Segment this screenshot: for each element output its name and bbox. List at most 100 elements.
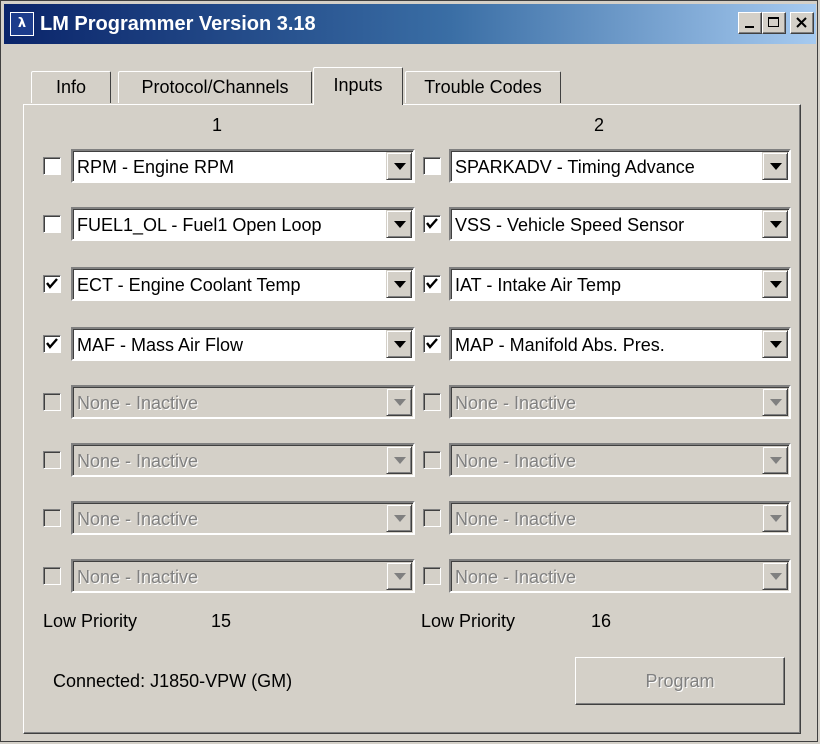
input-checkbox-c1-r6[interactable] — [43, 451, 61, 469]
input-select-value: IAT - Intake Air Temp — [455, 275, 622, 295]
chevron-down-icon — [770, 281, 782, 288]
input-select-value: None - Inactive — [77, 509, 199, 529]
input-select-value: None - Inactive — [455, 509, 577, 529]
dropdown-arrow-button[interactable] — [386, 388, 412, 416]
dropdown-arrow-button[interactable] — [762, 210, 788, 238]
chevron-down-icon — [394, 221, 406, 228]
close-button[interactable] — [790, 12, 814, 34]
checkmark-icon — [426, 278, 438, 289]
checkmark-icon — [46, 278, 58, 289]
chevron-down-icon — [394, 281, 406, 288]
dropdown-arrow-button[interactable] — [386, 446, 412, 474]
column-2-header: 2 — [593, 115, 604, 135]
input-select-c1-r5[interactable]: None - Inactive — [71, 385, 415, 419]
chevron-down-icon — [770, 573, 782, 580]
chevron-down-icon — [770, 163, 782, 170]
app-icon[interactable]: λ — [10, 12, 34, 36]
dropdown-arrow-button[interactable] — [762, 504, 788, 532]
app-window: λ LM Programmer Version 3.18 Info Protoc… — [0, 0, 818, 742]
tab-info[interactable]: Info — [31, 71, 111, 103]
chevron-down-icon — [394, 573, 406, 580]
input-select-c1-r4[interactable]: MAF - Mass Air Flow — [71, 327, 415, 361]
input-select-c2-r1[interactable]: SPARKADV - Timing Advance — [449, 149, 791, 183]
close-icon — [796, 17, 807, 28]
input-checkbox-c1-r3[interactable] — [43, 275, 61, 293]
column-1-priority-label: Low Priority — [43, 611, 138, 631]
input-checkbox-c2-r1[interactable] — [423, 157, 441, 175]
chevron-down-icon — [394, 457, 406, 464]
window-title: LM Programmer Version 3.18 — [40, 13, 316, 35]
input-checkbox-c1-r8[interactable] — [43, 567, 61, 585]
chevron-down-icon — [394, 163, 406, 170]
input-checkbox-c1-r7[interactable] — [43, 509, 61, 527]
input-select-value: FUEL1_OL - Fuel1 Open Loop — [77, 215, 322, 235]
title-bar[interactable]: λ LM Programmer Version 3.18 — [4, 4, 816, 44]
chevron-down-icon — [394, 399, 406, 406]
dropdown-arrow-button[interactable] — [386, 152, 412, 180]
dropdown-arrow-button[interactable] — [762, 446, 788, 474]
chevron-down-icon — [770, 341, 782, 348]
tab-trouble-codes[interactable]: Trouble Codes — [405, 71, 561, 103]
checkmark-icon — [46, 338, 58, 349]
dropdown-arrow-button[interactable] — [762, 388, 788, 416]
input-checkbox-c1-r4[interactable] — [43, 335, 61, 353]
input-checkbox-c1-r2[interactable] — [43, 215, 61, 233]
input-select-c2-r6[interactable]: None - Inactive — [449, 443, 791, 477]
input-checkbox-c2-r2[interactable] — [423, 215, 441, 233]
column-2-priority-label: Low Priority — [421, 611, 516, 631]
input-select-value: MAP - Manifold Abs. Pres. — [455, 335, 665, 355]
dropdown-arrow-button[interactable] — [386, 562, 412, 590]
input-select-value: None - Inactive — [77, 451, 199, 471]
input-checkbox-c2-r6[interactable] — [423, 451, 441, 469]
input-select-value: None - Inactive — [77, 567, 199, 587]
input-checkbox-c2-r4[interactable] — [423, 335, 441, 353]
input-select-value: MAF - Mass Air Flow — [77, 335, 244, 355]
input-select-c2-r2[interactable]: VSS - Vehicle Speed Sensor — [449, 207, 791, 241]
minimize-button[interactable] — [738, 12, 762, 34]
input-select-c1-r1[interactable]: RPM - Engine RPM — [71, 149, 415, 183]
dropdown-arrow-button[interactable] — [762, 330, 788, 358]
connection-status: Connected: J1850-VPW (GM) — [53, 671, 293, 691]
chevron-down-icon — [394, 515, 406, 522]
input-select-c2-r3[interactable]: IAT - Intake Air Temp — [449, 267, 791, 301]
chevron-down-icon — [394, 341, 406, 348]
input-checkbox-c2-r5[interactable] — [423, 393, 441, 411]
dropdown-arrow-button[interactable] — [386, 504, 412, 532]
input-checkbox-c2-r3[interactable] — [423, 275, 441, 293]
tab-protocol-channels[interactable]: Protocol/Channels — [118, 71, 312, 103]
dropdown-arrow-button[interactable] — [386, 330, 412, 358]
inputs-panel — [23, 104, 801, 734]
dropdown-arrow-button[interactable] — [386, 210, 412, 238]
input-select-c1-r3[interactable]: ECT - Engine Coolant Temp — [71, 267, 415, 301]
maximize-icon — [768, 17, 779, 27]
input-select-c1-r2[interactable]: FUEL1_OL - Fuel1 Open Loop — [71, 207, 415, 241]
input-checkbox-c1-r1[interactable] — [43, 157, 61, 175]
dropdown-arrow-button[interactable] — [386, 270, 412, 298]
maximize-button[interactable] — [762, 12, 786, 34]
dropdown-arrow-button[interactable] — [762, 152, 788, 180]
input-select-c1-r8[interactable]: None - Inactive — [71, 559, 415, 593]
input-select-c2-r7[interactable]: None - Inactive — [449, 501, 791, 535]
input-select-value: VSS - Vehicle Speed Sensor — [455, 215, 685, 235]
chevron-down-icon — [770, 515, 782, 522]
tab-inputs[interactable]: Inputs — [313, 67, 403, 105]
dropdown-arrow-button[interactable] — [762, 562, 788, 590]
input-checkbox-c2-r7[interactable] — [423, 509, 441, 527]
minimize-icon — [745, 26, 754, 28]
chevron-down-icon — [770, 457, 782, 464]
input-select-c2-r5[interactable]: None - Inactive — [449, 385, 791, 419]
column-2-priority-value: 16 — [591, 611, 612, 631]
input-select-value: RPM - Engine RPM — [77, 157, 235, 177]
input-checkbox-c1-r5[interactable] — [43, 393, 61, 411]
input-select-c1-r7[interactable]: None - Inactive — [71, 501, 415, 535]
input-select-c1-r6[interactable]: None - Inactive — [71, 443, 415, 477]
dropdown-arrow-button[interactable] — [762, 270, 788, 298]
program-button[interactable]: Program — [575, 657, 785, 705]
column-1-header: 1 — [211, 115, 222, 135]
input-select-c2-r4[interactable]: MAP - Manifold Abs. Pres. — [449, 327, 791, 361]
input-select-value: SPARKADV - Timing Advance — [455, 157, 695, 177]
input-select-c2-r8[interactable]: None - Inactive — [449, 559, 791, 593]
column-1-priority-value: 15 — [211, 611, 232, 631]
tab-bar: Info Protocol/Channels Inputs Trouble Co… — [1, 67, 819, 105]
input-checkbox-c2-r8[interactable] — [423, 567, 441, 585]
